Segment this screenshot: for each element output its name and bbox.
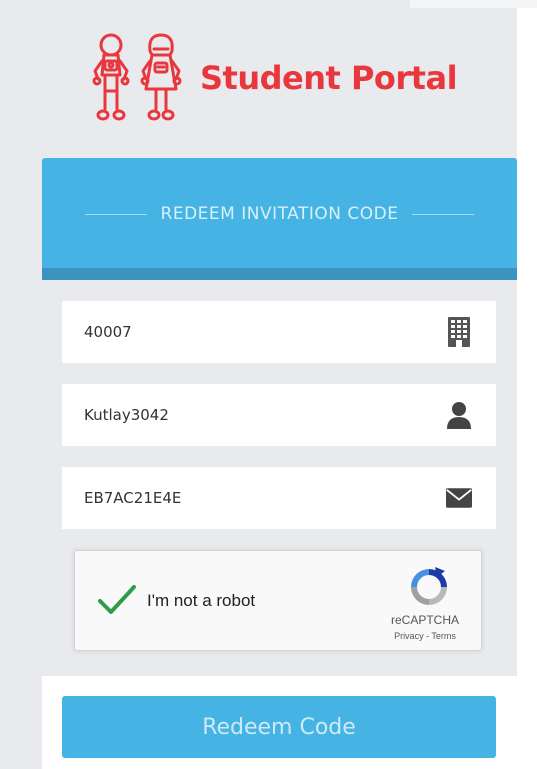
card-header-title-row: REDEEM INVITATION CODE	[42, 202, 517, 226]
username-value: Kutlay3042	[84, 406, 169, 424]
user-icon	[446, 400, 472, 430]
recaptcha-logo-icon	[411, 567, 447, 605]
card-header: REDEEM INVITATION CODE	[42, 158, 517, 268]
invitation-code-field[interactable]: EB7AC21E4E	[62, 467, 496, 529]
card-header-underline	[42, 268, 517, 280]
recaptcha-label[interactable]: I'm not a robot	[147, 591, 255, 611]
brand-title: Student Portal	[200, 59, 458, 97]
username-field[interactable]: Kutlay3042	[62, 384, 496, 446]
card-title: REDEEM INVITATION CODE	[160, 204, 399, 224]
recaptcha-privacy-link[interactable]: Privacy	[394, 631, 424, 641]
recaptcha-brand: reCAPTCHA	[390, 613, 459, 627]
envelope-icon	[446, 483, 472, 513]
school-code-value: 40007	[84, 323, 132, 341]
brand-logo[interactable]: Student Portal	[86, 30, 486, 126]
kids-logo-icon	[92, 33, 182, 121]
header-divider-left	[84, 213, 147, 215]
top-strip	[410, 0, 537, 8]
redeem-code-button[interactable]: Redeem Code	[62, 696, 496, 758]
redeem-card: REDEEM INVITATION CODE 40007 Kutlay3042	[42, 158, 517, 769]
school-code-field[interactable]: 40007	[62, 301, 496, 363]
recaptcha-links: Privacy - Terms	[375, 631, 475, 641]
recaptcha-widget: I'm not a robot reCAPTCHA Privacy - Term…	[74, 550, 482, 651]
header-divider-right	[412, 213, 475, 215]
recaptcha-terms-link[interactable]: Terms	[431, 631, 456, 641]
invitation-code-value: EB7AC21E4E	[84, 489, 182, 507]
recaptcha-checkmark-icon[interactable]	[97, 583, 137, 617]
building-icon	[446, 317, 472, 347]
